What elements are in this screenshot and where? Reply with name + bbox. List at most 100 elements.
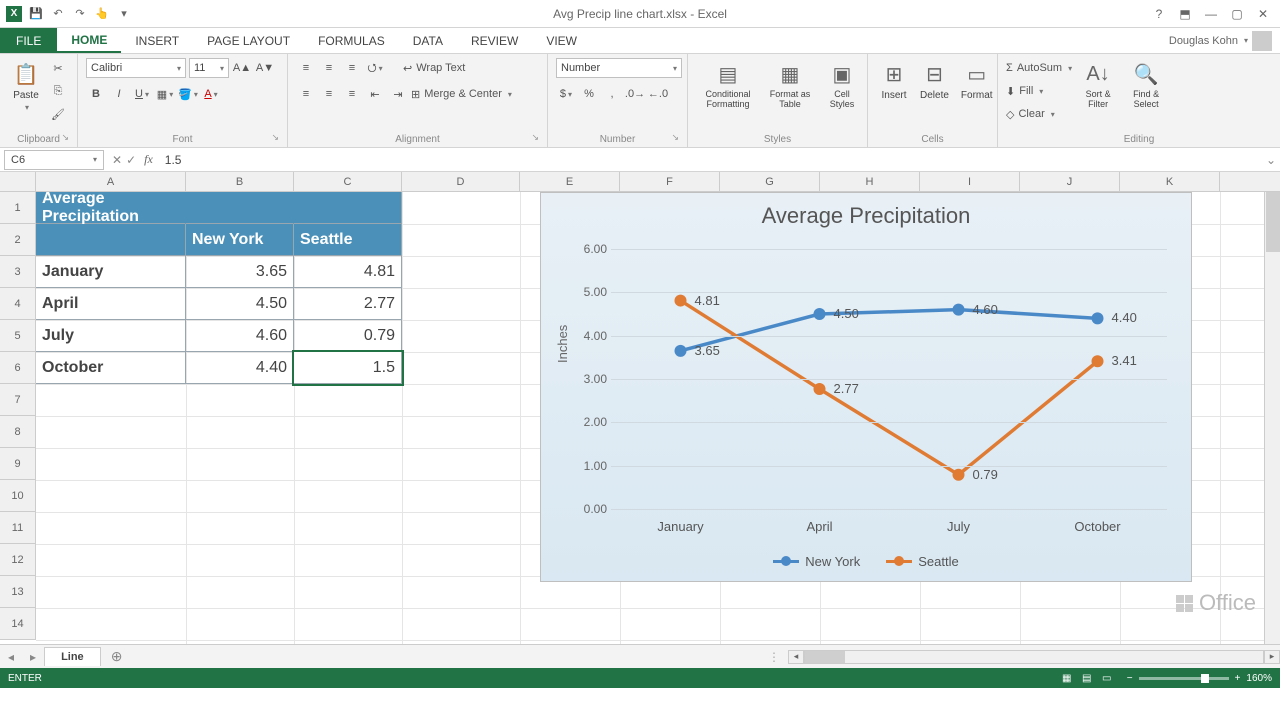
chart-title[interactable]: Average Precipitation	[541, 193, 1191, 235]
dialog-launcher-icon[interactable]: ↘	[671, 132, 679, 143]
tab-review[interactable]: REVIEW	[457, 28, 532, 53]
align-right-icon[interactable]: ≡	[342, 84, 362, 104]
hscroll-left-icon[interactable]: ◂	[788, 650, 804, 664]
dialog-launcher-icon[interactable]: ↘	[271, 132, 279, 143]
fill-color-icon[interactable]: 🪣▾	[178, 84, 198, 104]
row-header[interactable]: 2	[0, 224, 36, 256]
page-break-view-icon[interactable]: ▭	[1097, 673, 1117, 684]
tab-data[interactable]: DATA	[399, 28, 457, 53]
align-top-icon[interactable]: ≡	[296, 58, 316, 78]
table-cell-ny[interactable]: 3.65	[186, 256, 294, 288]
row-header[interactable]: 7	[0, 384, 36, 416]
fill-button[interactable]: ⬇ Fill▾	[1006, 81, 1072, 101]
row-header[interactable]: 12	[0, 544, 36, 576]
row-header[interactable]: 10	[0, 480, 36, 512]
align-left-icon[interactable]: ≡	[296, 84, 316, 104]
fx-icon[interactable]: fx	[144, 152, 159, 167]
font-size-select[interactable]: 11▾	[189, 58, 229, 78]
scroll-thumb[interactable]	[805, 651, 845, 663]
page-layout-view-icon[interactable]: ▤	[1077, 673, 1097, 684]
format-as-table-button[interactable]: ▦Format as Table	[764, 58, 816, 112]
expand-formula-bar-icon[interactable]: ⌄	[1262, 153, 1280, 167]
touch-mode-icon[interactable]: 👆	[94, 6, 110, 22]
row-header[interactable]: 14	[0, 608, 36, 640]
wrap-text-button[interactable]: ↩ Wrap Text	[403, 58, 465, 78]
column-header[interactable]: I	[920, 172, 1020, 191]
cancel-entry-icon[interactable]: ✕	[112, 153, 122, 167]
column-header[interactable]: B	[186, 172, 294, 191]
scroll-thumb[interactable]	[1266, 192, 1280, 252]
table-row-label[interactable]: January	[36, 256, 186, 288]
tab-page-layout[interactable]: PAGE LAYOUT	[193, 28, 304, 53]
autosum-button[interactable]: Σ AutoSum▾	[1006, 58, 1072, 78]
formula-input[interactable]: 1.5	[159, 153, 1262, 167]
chart-legend[interactable]: .lg:nth-child(1) .lmark::after{backgroun…	[541, 554, 1191, 569]
column-header[interactable]: K	[1120, 172, 1220, 191]
vertical-scrollbar[interactable]	[1264, 192, 1280, 644]
zoom-in-icon[interactable]: +	[1235, 673, 1241, 684]
bold-button[interactable]: B	[86, 84, 106, 104]
table-cell-ny[interactable]: 4.50	[186, 288, 294, 320]
row-header[interactable]: 4	[0, 288, 36, 320]
hscroll-right-icon[interactable]: ▸	[1264, 650, 1280, 664]
new-sheet-icon[interactable]: ⊕	[101, 648, 133, 665]
name-box[interactable]: C6▾	[4, 150, 104, 170]
border-icon[interactable]: ▦▾	[155, 84, 175, 104]
row-header[interactable]: 6	[0, 352, 36, 384]
tab-formulas[interactable]: FORMULAS	[304, 28, 399, 53]
underline-button[interactable]: U▾	[132, 84, 152, 104]
paste-button[interactable]: 📋Paste▾	[8, 58, 44, 114]
maximize-icon[interactable]: ▢	[1226, 7, 1248, 21]
sheet-tab-line[interactable]: Line	[44, 647, 101, 666]
table-header-newyork[interactable]: New York	[186, 224, 294, 256]
chart-object[interactable]: Average Precipitation Inches 0.001.002.0…	[540, 192, 1192, 582]
column-header[interactable]: G	[720, 172, 820, 191]
account-user[interactable]: Douglas Kohn▾	[1161, 28, 1280, 53]
column-header[interactable]: C	[294, 172, 402, 191]
undo-icon[interactable]: ↶	[50, 6, 66, 22]
increase-decimal-icon[interactable]: .0→	[625, 84, 645, 104]
column-header[interactable]: D	[402, 172, 520, 191]
qat-dropdown-icon[interactable]: ▾	[116, 6, 132, 22]
delete-cells-button[interactable]: ⊟Delete	[916, 58, 953, 103]
chart-plot-area[interactable]: 0.001.002.003.004.005.006.003.654.504.60…	[611, 249, 1167, 509]
zoom-out-icon[interactable]: −	[1127, 673, 1133, 684]
decrease-font-icon[interactable]: A▼	[255, 58, 275, 78]
align-middle-icon[interactable]: ≡	[319, 58, 339, 78]
table-row-label[interactable]: April	[36, 288, 186, 320]
cell-styles-button[interactable]: ▣Cell Styles	[820, 58, 864, 112]
normal-view-icon[interactable]: ▦	[1057, 673, 1077, 684]
legend-seattle[interactable]: .lg:nth-child(2) .lmark::after{backgroun…	[886, 554, 958, 569]
table-cell-seattle[interactable]: 4.81	[294, 256, 402, 288]
sort-filter-button[interactable]: A↓Sort & Filter	[1076, 58, 1120, 112]
row-header[interactable]: 13	[0, 576, 36, 608]
accept-entry-icon[interactable]: ✓	[126, 153, 136, 167]
tab-insert[interactable]: INSERT	[121, 28, 193, 53]
conditional-formatting-button[interactable]: ▤Conditional Formatting	[696, 58, 760, 112]
font-color-icon[interactable]: A▾	[201, 84, 221, 104]
italic-button[interactable]: I	[109, 84, 129, 104]
find-select-button[interactable]: 🔍Find & Select	[1124, 58, 1168, 112]
tab-home[interactable]: HOME	[57, 28, 121, 53]
table-title-cell[interactable]	[186, 192, 294, 224]
table-row-label[interactable]: October	[36, 352, 186, 384]
row-header[interactable]: 9	[0, 448, 36, 480]
table-cell-ny[interactable]: 4.40	[186, 352, 294, 384]
table-title-cell[interactable]	[294, 192, 402, 224]
column-header[interactable]: F	[620, 172, 720, 191]
column-headers[interactable]: ABCDEFGHIJK	[36, 172, 1280, 192]
table-header-blank[interactable]	[36, 224, 186, 256]
sheet-nav-next-icon[interactable]: ▸	[22, 650, 44, 664]
view-switcher[interactable]: ▦▤▭	[1057, 673, 1117, 684]
active-cell-editing[interactable]: 1.5	[294, 352, 402, 384]
minimize-icon[interactable]: —	[1200, 7, 1222, 21]
zoom-slider[interactable]	[1139, 677, 1229, 680]
save-icon[interactable]: 💾	[28, 6, 44, 22]
align-bottom-icon[interactable]: ≡	[342, 58, 362, 78]
row-header[interactable]: 8	[0, 416, 36, 448]
table-cell-seattle[interactable]: 2.77	[294, 288, 402, 320]
worksheet[interactable]: ABCDEFGHIJK 1234567891011121314 Average …	[0, 172, 1280, 644]
column-header[interactable]: H	[820, 172, 920, 191]
clear-button[interactable]: ◇ Clear▾	[1006, 104, 1072, 124]
number-format-select[interactable]: Number▾	[556, 58, 682, 78]
